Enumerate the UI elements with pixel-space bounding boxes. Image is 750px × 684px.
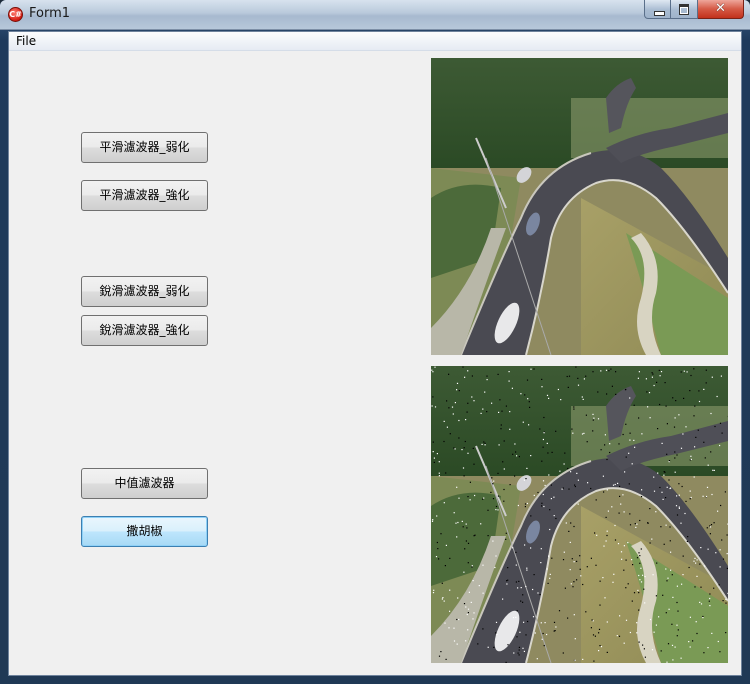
aerial-road-photo [431,58,728,355]
salt-pepper-button[interactable]: 撒胡椒 [81,516,208,547]
original-image [431,58,728,355]
median-filter-button[interactable]: 中值濾波器 [81,468,208,499]
close-icon: ✕ [715,1,726,16]
menu-bar: File [9,32,741,51]
smooth-filter-weak-button[interactable]: 平滑濾波器_弱化 [81,132,208,163]
noisy-image [431,366,728,663]
minimize-button[interactable] [644,0,671,19]
maximize-button[interactable] [671,0,698,19]
sharpen-filter-strong-button[interactable]: 銳滑濾波器_強化 [81,315,208,346]
menu-file[interactable]: File [11,32,41,50]
caption-buttons: ✕ [644,0,744,20]
app-window: C# Form1 ✕ File 平滑濾波器_弱化 平滑濾波器_強化 銳滑濾波器_… [0,0,750,684]
minimize-icon [654,11,665,16]
smooth-filter-strong-button[interactable]: 平滑濾波器_強化 [81,180,208,211]
close-button[interactable]: ✕ [698,0,744,19]
window-title: Form1 [29,6,71,21]
maximize-icon [679,4,689,15]
title-bar[interactable]: C# Form1 ✕ [0,0,750,30]
app-icon: C# [8,7,23,22]
sharpen-filter-weak-button[interactable]: 銳滑濾波器_弱化 [81,276,208,307]
aerial-road-photo-salt-pepper [431,366,728,663]
client-area: File 平滑濾波器_弱化 平滑濾波器_強化 銳滑濾波器_弱化 銳滑濾波器_強化… [8,31,742,676]
